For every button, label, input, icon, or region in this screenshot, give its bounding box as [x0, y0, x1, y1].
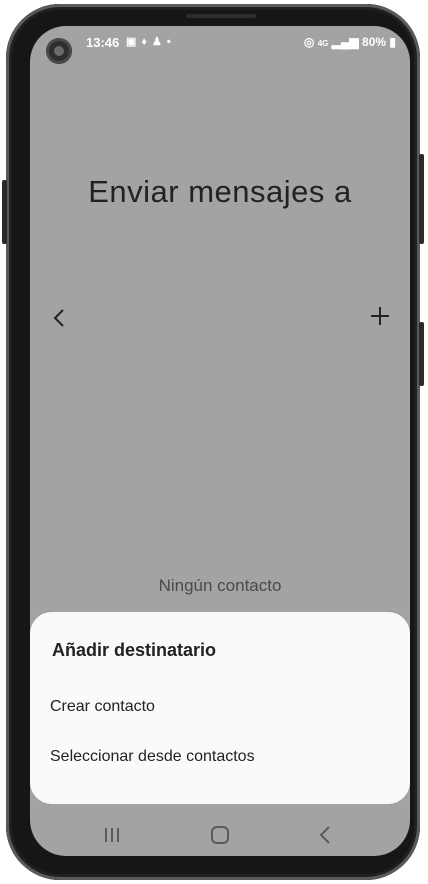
select-from-contacts-option[interactable]: Seleccionar desde contactos: [50, 748, 255, 766]
earpiece-speaker: [186, 14, 256, 18]
hotspot-icon: ◎: [303, 35, 315, 49]
status-bar: 13:46 ▣♦♟• ◎ 4G ▂▄▆ 80% ▮: [30, 32, 410, 54]
signal-icon: ▂▄▆: [331, 35, 359, 49]
page-title: Enviar mensajes a: [88, 174, 352, 209]
battery-icon: ▮: [389, 35, 396, 49]
back-arrow-icon[interactable]: [50, 306, 70, 330]
navigation-bar: [30, 816, 410, 856]
phone-frame: 13:46 ▣♦♟• ◎ 4G ▂▄▆ 80% ▮ Enviar mensaje…: [2, 4, 424, 880]
status-right: ◎ 4G ▂▄▆ 80% ▮: [304, 35, 396, 49]
add-recipient-icon[interactable]: [368, 304, 392, 328]
add-recipient-sheet: Añadir destinatario Crear contacto Selec…: [30, 612, 410, 804]
snapchat-icon: ♟: [152, 36, 167, 48]
volume-button: [2, 180, 7, 244]
sheet-title: Añadir destinatario: [52, 640, 217, 660]
lte-icon: 4G: [317, 39, 329, 48]
mic-icon: ♦: [141, 36, 153, 48]
bixby-button: [419, 322, 424, 386]
battery-percent: 80%: [362, 35, 387, 49]
create-contact-option[interactable]: Crear contacto: [50, 698, 155, 716]
notification-icons: ▣♦♟•: [126, 35, 176, 48]
screen: 13:46 ▣♦♟• ◎ 4G ▂▄▆ 80% ▮ Enviar mensaje…: [30, 26, 410, 856]
dot-icon: •: [166, 36, 176, 48]
status-time: 13:46: [86, 35, 120, 50]
back-icon[interactable]: [314, 824, 338, 846]
recent-apps-icon[interactable]: [100, 824, 124, 846]
home-icon[interactable]: [208, 824, 232, 846]
empty-contacts-text: Ningún contacto: [158, 576, 282, 595]
power-button: [419, 154, 424, 244]
image-icon: ▣: [126, 36, 142, 48]
